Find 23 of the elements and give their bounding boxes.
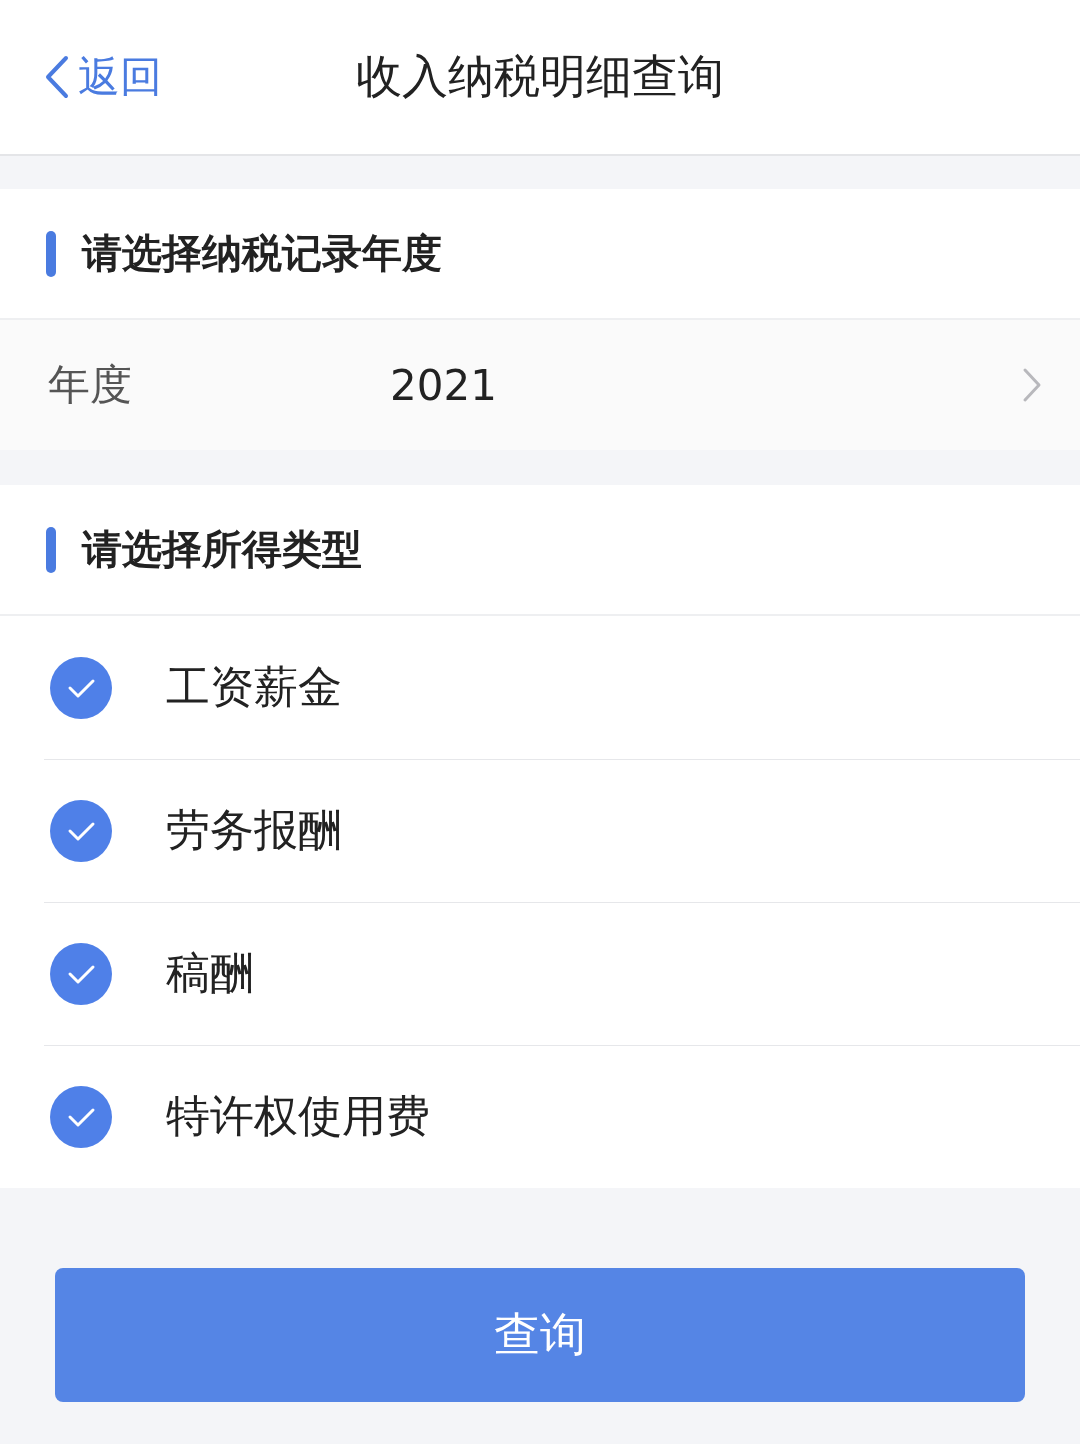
option-label: 工资薪金 [166,660,342,714]
field-value: 2021 [390,360,498,410]
section-title: 请选择所得类型 [82,525,362,574]
section-marker [46,230,56,277]
back-button[interactable]: 返回 [42,49,162,105]
field-label: 年度 [48,359,133,411]
option-label: 劳务报酬 [166,803,342,857]
year-picker-row[interactable]: 年度 2021 [0,320,1080,450]
checkbox[interactable] [50,656,112,719]
page-title: 收入纳税明细查询 [356,48,724,105]
option-label: 特许权使用费 [166,1089,430,1143]
section-marker [46,526,56,573]
checkbox[interactable] [50,799,112,862]
section-title: 请选择纳税记录年度 [82,229,442,278]
income-type-option[interactable]: 工资薪金 [0,616,1080,759]
income-type-option[interactable]: 劳务报酬 [0,759,1080,902]
checkbox[interactable] [50,1085,112,1148]
income-type-option[interactable]: 稿酬 [0,902,1080,1045]
checkbox[interactable] [50,942,112,1005]
option-label: 稿酬 [166,946,254,1000]
query-button[interactable]: 查询 [55,1268,1025,1402]
income-type-option[interactable]: 特许权使用费 [0,1045,1080,1188]
chevron-right-icon [1022,367,1042,403]
